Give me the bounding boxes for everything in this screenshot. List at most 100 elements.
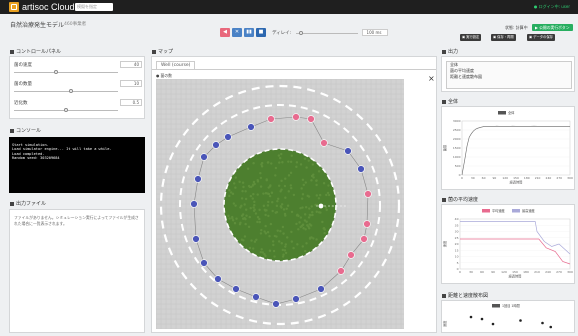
- patient-marker: [347, 251, 355, 259]
- tab-map-course[interactable]: Well (course): [156, 61, 196, 69]
- x-tick-label: 150: [513, 176, 519, 180]
- y-tick-label: 20: [455, 242, 459, 246]
- y-tick-label: 5: [457, 261, 459, 265]
- user-status[interactable]: ● ログイン中: user: [534, 4, 570, 10]
- control-panel-title: コントロールパネル: [10, 48, 61, 55]
- texture-dot: [256, 215, 260, 219]
- texture-dot: [297, 228, 300, 231]
- delay-slider[interactable]: [296, 33, 358, 34]
- texture-dot: [262, 192, 265, 195]
- save-resume-button[interactable]: ▣ 保存・再開: [491, 34, 516, 41]
- texture-dot: [310, 179, 313, 182]
- texture-dot: [282, 232, 285, 235]
- texture-dot: [235, 217, 238, 220]
- pause-button[interactable]: ▮▮: [244, 28, 254, 37]
- x-tick-label: 150: [512, 270, 518, 274]
- scatter-point: [491, 322, 495, 326]
- texture-dot: [247, 184, 251, 188]
- x-axis-label: 経過時間: [510, 180, 523, 185]
- texture-dot: [326, 191, 330, 195]
- param-label: 近化数: [14, 101, 28, 106]
- run-public-button[interactable]: ▶ 公開の実行ボタン: [532, 24, 573, 31]
- list-item[interactable]: 距離と速度散布図: [447, 74, 571, 80]
- texture-dot: [259, 185, 263, 188]
- texture-dot: [249, 206, 252, 210]
- texture-dot: [289, 186, 293, 190]
- texture-dot: [287, 160, 290, 163]
- project-select[interactable]: 模擬を指定: [75, 3, 113, 11]
- texture-dot: [244, 208, 248, 211]
- y-tick-label: 25: [455, 236, 459, 240]
- param-slider-knob[interactable]: [53, 70, 58, 74]
- texture-dot: [265, 178, 268, 181]
- texture-dot: [298, 221, 301, 224]
- texture-dot: [289, 160, 293, 164]
- texture-dot: [247, 225, 251, 229]
- texture-dot: [292, 193, 296, 197]
- param-slider[interactable]: [14, 91, 118, 92]
- x-tick-label: 0: [459, 270, 461, 274]
- texture-dot: [274, 211, 277, 214]
- chart3-title: 距離と速度散布図: [442, 292, 488, 299]
- stop-button[interactable]: ■: [256, 28, 266, 37]
- texture-dot: [267, 214, 270, 218]
- texture-dot: [238, 222, 242, 226]
- texture-dot: [281, 255, 285, 258]
- texture-dot: [260, 228, 263, 232]
- texture-dot: [286, 204, 290, 207]
- line-chart-speed: 平均速度 最高速度05101520253035400 30 60 90 120 150 180…: [442, 208, 573, 279]
- texture-dot: [252, 247, 255, 250]
- texture-dot: [272, 243, 275, 247]
- texture-dot: [244, 197, 248, 201]
- texture-dot: [302, 183, 305, 187]
- texture-dot: [301, 193, 305, 196]
- map-canvas[interactable]: [156, 79, 404, 329]
- texture-dot: [310, 205, 313, 208]
- step-button[interactable]: ✕: [232, 28, 242, 37]
- texture-dot: [305, 242, 308, 245]
- outputs-list[interactable]: 全体 菌の平均速度 距離と速度散布図: [446, 61, 572, 89]
- texture-dot: [322, 226, 326, 230]
- texture-dot: [296, 213, 299, 217]
- close-icon[interactable]: ×: [428, 74, 435, 83]
- texture-dot: [254, 212, 258, 215]
- map-title: マップ: [152, 48, 173, 55]
- param-value-input[interactable]: 10: [120, 80, 142, 87]
- param-slider-knob[interactable]: [64, 108, 68, 112]
- delay-value[interactable]: 100 ms: [362, 29, 388, 36]
- param-slider-knob[interactable]: [69, 89, 74, 93]
- outputs-title: 出力: [442, 48, 458, 55]
- texture-dot: [267, 186, 270, 189]
- legend-swatch: [498, 111, 506, 115]
- texture-dot: [277, 154, 281, 157]
- texture-dot: [308, 213, 312, 217]
- run-settings-button[interactable]: ▣ 実行設定: [460, 34, 482, 41]
- scatter-point: [549, 325, 553, 329]
- output-files-title: 出力ファイル: [10, 200, 46, 207]
- param-value-input[interactable]: 40: [120, 61, 142, 68]
- delay-slider-knob[interactable]: [298, 31, 303, 35]
- texture-dot: [241, 217, 245, 220]
- data-save-button[interactable]: ▣ データの保存: [527, 34, 555, 41]
- texture-dot: [241, 181, 245, 184]
- texture-dot: [228, 194, 231, 198]
- texture-dot: [290, 210, 294, 214]
- texture-dot: [303, 213, 307, 216]
- param-slider[interactable]: [14, 72, 118, 73]
- x-tick-label: 300: [567, 176, 573, 180]
- app-logo-icon: [9, 2, 19, 12]
- texture-dot: [264, 192, 268, 195]
- texture-dot: [259, 171, 262, 175]
- texture-dot: [241, 213, 245, 216]
- texture-dot: [315, 194, 318, 197]
- param-value-input[interactable]: 0.5: [120, 99, 142, 106]
- texture-dot: [275, 204, 279, 208]
- x-tick-label: 90: [491, 270, 495, 274]
- reset-button[interactable]: ◀: [220, 28, 230, 37]
- texture-dot: [241, 189, 244, 193]
- y-axis-label: 菌数: [442, 144, 447, 151]
- texture-dot: [260, 248, 263, 251]
- texture-dot: [272, 249, 276, 253]
- y-tick-label: 2500: [453, 128, 461, 132]
- patient-marker: [267, 115, 275, 123]
